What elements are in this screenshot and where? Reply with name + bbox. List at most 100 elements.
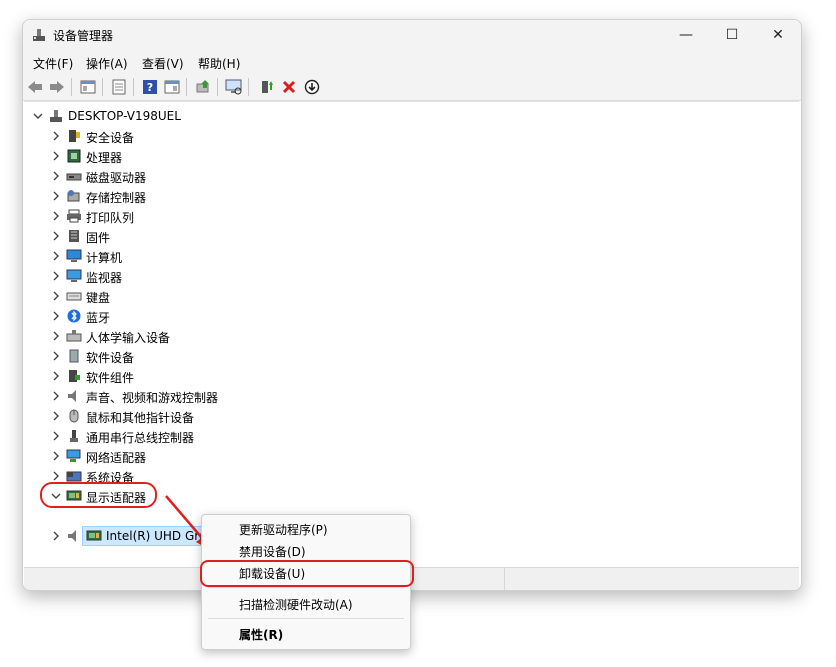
tree-category-label: 处理器 bbox=[86, 151, 123, 165]
tree-category-row[interactable]: 蓝牙 bbox=[24, 306, 799, 326]
keyboard-icon bbox=[66, 292, 82, 301]
mouse-icon bbox=[69, 409, 79, 423]
disable-device-icon[interactable] bbox=[303, 78, 321, 96]
chevron-right-icon[interactable] bbox=[50, 309, 62, 323]
toolbar-separator bbox=[102, 78, 103, 96]
scan-hardware-icon[interactable] bbox=[225, 78, 243, 96]
tree-category-label: 监视器 bbox=[86, 271, 123, 285]
close-button[interactable]: ✕ bbox=[755, 20, 801, 50]
tree-category-row[interactable]: 声音、视频和游戏控制器 bbox=[24, 386, 799, 406]
ctx-disable-device[interactable]: 禁用设备(D) bbox=[239, 543, 306, 560]
menu-view[interactable]: 查看(V) bbox=[142, 55, 184, 72]
chevron-down-icon[interactable] bbox=[32, 109, 44, 123]
annotation-ellipse bbox=[40, 482, 157, 508]
tree-category-row[interactable]: 网络适配器 bbox=[24, 446, 799, 466]
hid-icon bbox=[66, 330, 82, 342]
tree-category-row[interactable]: 安全设备 bbox=[24, 126, 799, 146]
ctx-scan-hardware[interactable]: 扫描检测硬件改动(A) bbox=[239, 596, 353, 613]
toolbar-separator bbox=[133, 78, 134, 96]
chevron-right-icon[interactable] bbox=[50, 389, 62, 403]
svg-text:?: ? bbox=[147, 81, 153, 94]
tree-category-row[interactable]: 软件设备 bbox=[24, 346, 799, 366]
tree-row-intel-graphics[interactable]: Intel(R) UHD Graphics 770 bbox=[24, 526, 799, 546]
forward-arrow-icon[interactable] bbox=[48, 78, 66, 96]
chevron-right-icon[interactable] bbox=[50, 269, 62, 283]
chevron-right-icon[interactable] bbox=[50, 249, 62, 263]
tree-category-label: 声音、视频和游戏控制器 bbox=[86, 391, 219, 405]
tree-root-row[interactable]: DESKTOP-V198UEL bbox=[24, 106, 799, 126]
monitor-icon bbox=[66, 269, 82, 282]
chevron-right-icon[interactable] bbox=[50, 209, 62, 223]
computer-root-icon bbox=[50, 110, 62, 122]
tree-category-row[interactable]: 处理器 bbox=[24, 146, 799, 166]
tree-category-row[interactable]: 打印队列 bbox=[24, 206, 799, 226]
back-arrow-icon[interactable] bbox=[26, 78, 44, 96]
properties-sheet-icon[interactable] bbox=[110, 78, 128, 96]
chevron-right-icon[interactable] bbox=[50, 169, 62, 183]
toolbar-separator bbox=[71, 78, 72, 96]
chevron-right-icon[interactable] bbox=[50, 429, 62, 443]
tree-category-label: 打印队列 bbox=[86, 211, 135, 225]
tree-category-row[interactable]: 磁盘驱动器 bbox=[24, 166, 799, 186]
firmware-icon bbox=[69, 230, 79, 242]
title-bar[interactable]: 设备管理器 — ☐ ✕ bbox=[23, 20, 801, 50]
toolbar-separator bbox=[217, 78, 218, 96]
tree-category-row[interactable]: 键盘 bbox=[24, 286, 799, 306]
processor-icon bbox=[67, 149, 81, 163]
ctx-properties[interactable]: 属性(R) bbox=[239, 626, 283, 643]
toolbar: ? bbox=[23, 74, 801, 101]
menu-action[interactable]: 操作(A) bbox=[86, 55, 128, 72]
security-device-icon bbox=[69, 130, 80, 142]
tree-category-label: 通用串行总线控制器 bbox=[86, 431, 195, 445]
tree-category-row[interactable]: 软件组件 bbox=[24, 366, 799, 386]
tree-category-label: 人体学输入设备 bbox=[86, 331, 171, 345]
window-title: 设备管理器 bbox=[53, 29, 114, 43]
chevron-right-icon[interactable] bbox=[50, 349, 62, 363]
chevron-right-icon[interactable] bbox=[50, 289, 62, 303]
ctx-update-driver[interactable]: 更新驱动程序(P) bbox=[239, 521, 328, 538]
chevron-right-icon[interactable] bbox=[50, 149, 62, 163]
update-driver-icon[interactable] bbox=[194, 78, 212, 96]
maximize-button[interactable]: ☐ bbox=[709, 20, 755, 50]
chevron-right-icon[interactable] bbox=[50, 409, 62, 423]
ctx-separator bbox=[208, 587, 404, 588]
tree-category-label: 磁盘驱动器 bbox=[86, 171, 147, 185]
device-manager-app-icon bbox=[33, 29, 45, 41]
usb-icon bbox=[70, 430, 78, 442]
tree-category-row[interactable]: 存储控制器 bbox=[24, 186, 799, 206]
computer-icon bbox=[66, 249, 82, 262]
printer-icon bbox=[67, 209, 81, 223]
network-adapter-icon bbox=[66, 449, 81, 462]
chevron-right-icon[interactable] bbox=[50, 469, 62, 483]
annotation-rectangle bbox=[200, 560, 414, 587]
tree-category-label: 蓝牙 bbox=[86, 311, 111, 325]
bluetooth-icon bbox=[67, 309, 81, 323]
status-bar-cell bbox=[24, 568, 215, 590]
tree-category-row[interactable]: 鼠标和其他指针设备 bbox=[24, 406, 799, 426]
tree-category-label: 固件 bbox=[86, 231, 111, 245]
chevron-right-icon[interactable] bbox=[50, 189, 62, 203]
system-device-icon bbox=[66, 471, 82, 482]
uninstall-x-icon[interactable] bbox=[280, 78, 298, 96]
tree-category-row[interactable]: 通用串行总线控制器 bbox=[24, 426, 799, 446]
tree-category-row[interactable]: 计算机 bbox=[24, 246, 799, 266]
tree-category-row[interactable]: 固件 bbox=[24, 226, 799, 246]
menu-file[interactable]: 文件(F) bbox=[33, 55, 73, 72]
help-icon[interactable]: ? bbox=[141, 78, 159, 96]
tree-category-label: 鼠标和其他指针设备 bbox=[86, 411, 195, 425]
minimize-button[interactable]: — bbox=[663, 20, 709, 50]
add-driver-icon[interactable] bbox=[258, 78, 276, 96]
tree-category-label: 网络适配器 bbox=[86, 451, 147, 465]
menu-help[interactable]: 帮助(H) bbox=[198, 55, 240, 72]
chevron-right-icon[interactable] bbox=[50, 129, 62, 143]
show-hide-console-tree-icon[interactable] bbox=[79, 78, 97, 96]
chevron-right-icon[interactable] bbox=[50, 329, 62, 343]
tree-category-row[interactable]: 监视器 bbox=[24, 266, 799, 286]
chevron-right-icon[interactable] bbox=[50, 229, 62, 243]
menu-bar: 文件(F) 操作(A) 查看(V) 帮助(H) bbox=[23, 50, 801, 74]
tree-category-row[interactable]: 人体学输入设备 bbox=[24, 326, 799, 346]
chevron-right-icon[interactable] bbox=[50, 369, 62, 383]
action-pane-icon[interactable] bbox=[163, 78, 181, 96]
disk-drive-icon bbox=[66, 173, 82, 181]
chevron-right-icon[interactable] bbox=[50, 449, 62, 463]
